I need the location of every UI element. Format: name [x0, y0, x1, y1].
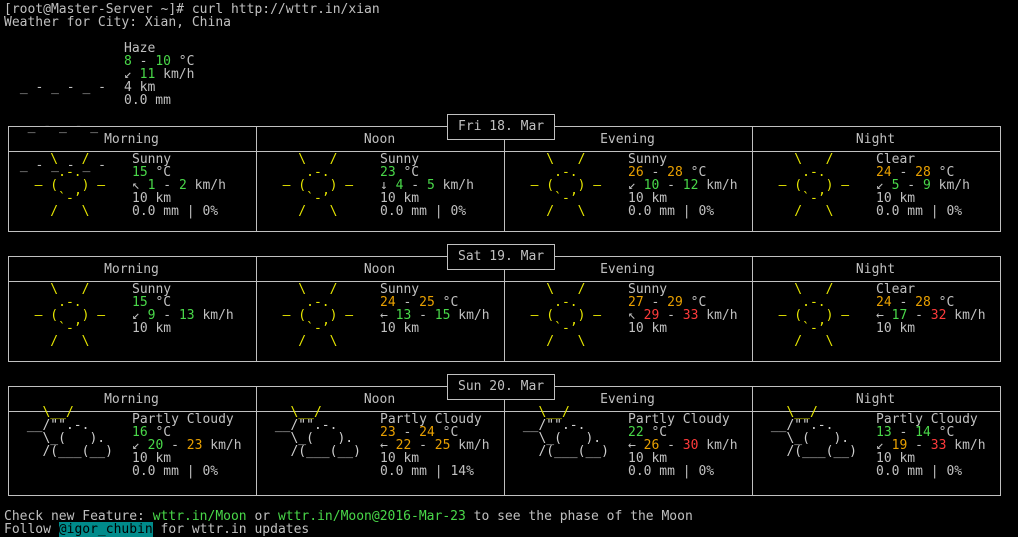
forecast-cell: Partly Cloudy 23 - 24 °C ← 22 - 25 km/h 10 …: [380, 413, 490, 478]
icon-line: /(___(__): [19, 444, 121, 459]
precipitation: 0.0 mm | 0%: [628, 464, 715, 479]
precipitation: 0.0 mm | 0%: [876, 204, 963, 219]
forecast-cell: Sunny 24 - 25 °C ← 13 - 15 km/h 10 km: [380, 283, 490, 335]
visibility: 10 km: [380, 321, 420, 336]
period-noon: Noon: [363, 132, 396, 147]
visibility: 10 km: [628, 321, 668, 336]
icon-line: / \: [763, 204, 865, 219]
sun-icon: \ / .-. ‒ ( ) ‒ `-’ / \: [515, 153, 617, 218]
precipitation: 0.0 mm | 0%: [132, 464, 219, 479]
sun-icon: \ / .-. ‒ ( ) ‒ `-’ / \: [19, 153, 121, 218]
forecast-cell: Clear 24 - 28 °C ← 17 - 32 km/h 10 km: [876, 283, 986, 335]
icon-line: / \: [515, 204, 617, 219]
sun-icon: \ / .-. ‒ ( ) ‒ `-’ / \: [267, 283, 369, 348]
forecast-cell: Sunny 23 °C ↓ 4 - 5 km/h 10 km 0.0 mm | 0%: [380, 153, 474, 218]
icon-line: / \: [19, 204, 121, 219]
icon-line: / \: [515, 334, 617, 349]
sun-icon: \ / .-. ‒ ( ) ‒ `-’ / \: [267, 153, 369, 218]
sun-icon: \ / .-. ‒ ( ) ‒ `-’ / \: [515, 283, 617, 348]
sun-icon: \ / .-. ‒ ( ) ‒ `-’ / \: [763, 283, 865, 348]
period-morning: Morning: [104, 262, 159, 277]
period-night: Night: [855, 132, 896, 147]
forecast-cell: Partly Cloudy 13 - 14 °C ↙ 19 - 33 km/h 10 …: [876, 413, 986, 478]
forecast-cell: Sunny 15 °C ↙ 9 - 13 km/h 10 km: [132, 283, 234, 335]
icon-line: /(___(__): [267, 444, 369, 459]
forecast-cell: Sunny 27 - 29 °C ↖ 29 - 33 km/h 10 km: [628, 283, 738, 335]
partly-cloudy-icon: \__/ __/"".-. \_( ). /(___(__): [763, 406, 865, 458]
visibility: 10 km: [132, 321, 172, 336]
period-morning: Morning: [104, 132, 159, 147]
precipitation: 0.0 mm | 0%: [132, 204, 219, 219]
precipitation: 0.0 mm | 0%: [380, 204, 467, 219]
period-night: Night: [855, 262, 896, 277]
icon-line: /(___(__): [763, 444, 865, 459]
current-precip: 0.0 mm: [124, 93, 171, 108]
sun-icon: \ / .-. ‒ ( ) ‒ `-’ / \: [19, 283, 121, 348]
forecast-cell: Partly Cloudy 22 °C ← 26 - 30 km/h 10 km 0.0…: [628, 413, 738, 478]
period-noon: Noon: [363, 262, 396, 277]
haze-icon-line: _ - _ - _ -: [12, 80, 106, 95]
precipitation: 0.0 mm | 0%: [876, 464, 963, 479]
precipitation: 0.0 mm | 0%: [628, 204, 715, 219]
partly-cloudy-icon: \__/ __/"".-. \_( ). /(___(__): [267, 406, 369, 458]
forecast-cell: Sunny 26 - 28 °C ↙ 10 - 12 km/h 10 km 0.0 mm…: [628, 153, 738, 218]
period-evening: Evening: [600, 132, 655, 147]
icon-line: / \: [267, 204, 369, 219]
icon-line: / \: [267, 334, 369, 349]
forecast-cell: Sunny 15 °C ↖ 1 - 2 km/h 10 km 0.0 mm | 0%: [132, 153, 226, 218]
period-evening: Evening: [600, 262, 655, 277]
icon-line: /(___(__): [515, 444, 617, 459]
follow-line: Follow @igor_chubin for wttr.in updates: [4, 522, 310, 537]
icon-line: / \: [19, 334, 121, 349]
forecast-cell: Partly Cloudy 16 °C ↙ 20 - 23 km/h 10 km 0.0…: [132, 413, 242, 478]
twitter-handle[interactable]: @igor_chubin: [58, 522, 153, 537]
visibility: 10 km: [876, 321, 916, 336]
partly-cloudy-icon: \__/ __/"".-. \_( ). /(___(__): [515, 406, 617, 458]
sun-icon: \ / .-. ‒ ( ) ‒ `-’ / \: [763, 153, 865, 218]
icon-line: / \: [763, 334, 865, 349]
forecast-cell: Clear 24 - 28 °C ↙ 5 - 9 km/h 10 km 0.0 mm |…: [876, 153, 970, 218]
location-line: Weather for City: Xian, China: [4, 15, 231, 30]
partly-cloudy-icon: \__/ __/"".-. \_( ). /(___(__): [19, 406, 121, 458]
precipitation: 0.0 mm | 14%: [380, 464, 474, 479]
